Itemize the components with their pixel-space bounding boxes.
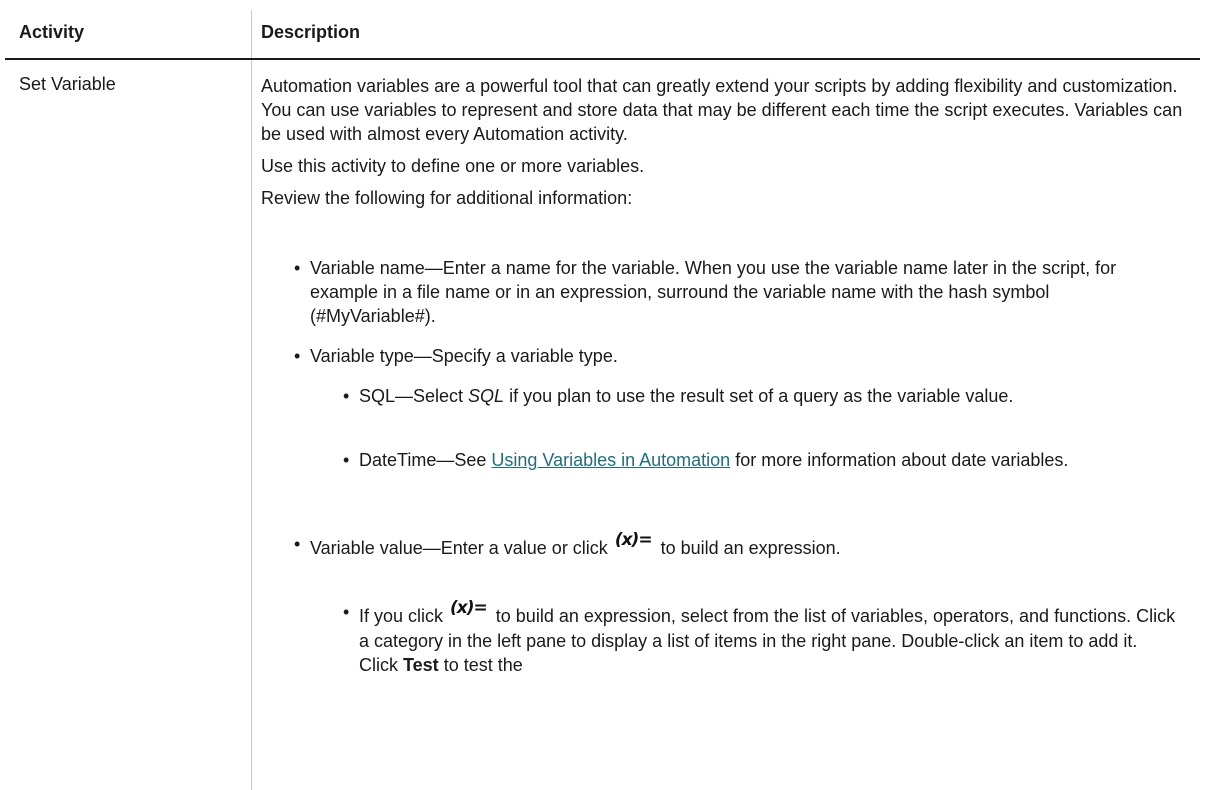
header-activity: Activity [19, 22, 85, 42]
list-item-text: Variable name—Enter a name for the varia… [310, 258, 1117, 326]
column-divider [251, 60, 252, 790]
expression-builder-icon[interactable]: (x)= [615, 528, 653, 552]
expression-builder-icon[interactable]: (x)= [450, 596, 488, 620]
review-paragraph: Review the following for additional info… [261, 188, 633, 208]
intro-paragraph: Automation variables are a powerful tool… [261, 76, 1183, 144]
bullet: • [294, 258, 301, 278]
sql-emphasis: SQL [468, 386, 505, 406]
using-variables-link[interactable]: Using Variables in Automation [491, 450, 730, 470]
list-item-text: to build an expression. [655, 538, 841, 558]
list-item-variable-type: • Variable type—Specify a variable type. [294, 344, 1170, 368]
column-divider [251, 10, 252, 58]
activity-name: Set Variable [19, 74, 116, 94]
list-item-text: Variable type—Specify a variable type. [310, 346, 618, 366]
test-bold: Test [403, 655, 439, 675]
list-item-variable-name: • Variable name—Enter a name for the var… [294, 256, 1170, 328]
table-row: Set Variable Automation variables are a … [5, 60, 1200, 790]
list-item-text: to test the [438, 655, 523, 675]
list-item-text: If you click [359, 606, 449, 626]
bullet: • [294, 346, 301, 366]
bullet: • [343, 386, 350, 406]
list-item-expression-help: • If you click (x)= to build an expressi… [343, 598, 1179, 677]
bullet: • [294, 534, 301, 554]
list-item-text: SQL—Select [359, 386, 469, 406]
list-item-text: DateTime—See [359, 450, 492, 470]
table-header: Activity Description [5, 8, 1200, 60]
description-cell: Automation variables are a powerful tool… [261, 74, 1191, 675]
bullet: • [343, 602, 350, 622]
list-item-datetime: • DateTime—See Using Variables in Automa… [343, 448, 1179, 472]
list-item-text: if you plan to use the result set of a q… [504, 386, 1014, 406]
define-paragraph: Use this activity to define one or more … [261, 156, 645, 176]
list-item-sql: • SQL—Select SQL if you plan to use the … [343, 384, 1179, 408]
list-item-text: Variable value—Enter a value or click [310, 538, 613, 558]
bullet: • [343, 450, 350, 470]
list-item-text: for more information about date variable… [730, 450, 1069, 470]
list-item-variable-value: • Variable value—Enter a value or click … [294, 530, 1170, 561]
activity-table: Activity Description Set Variable Automa… [5, 8, 1200, 790]
header-description: Description [261, 22, 361, 42]
